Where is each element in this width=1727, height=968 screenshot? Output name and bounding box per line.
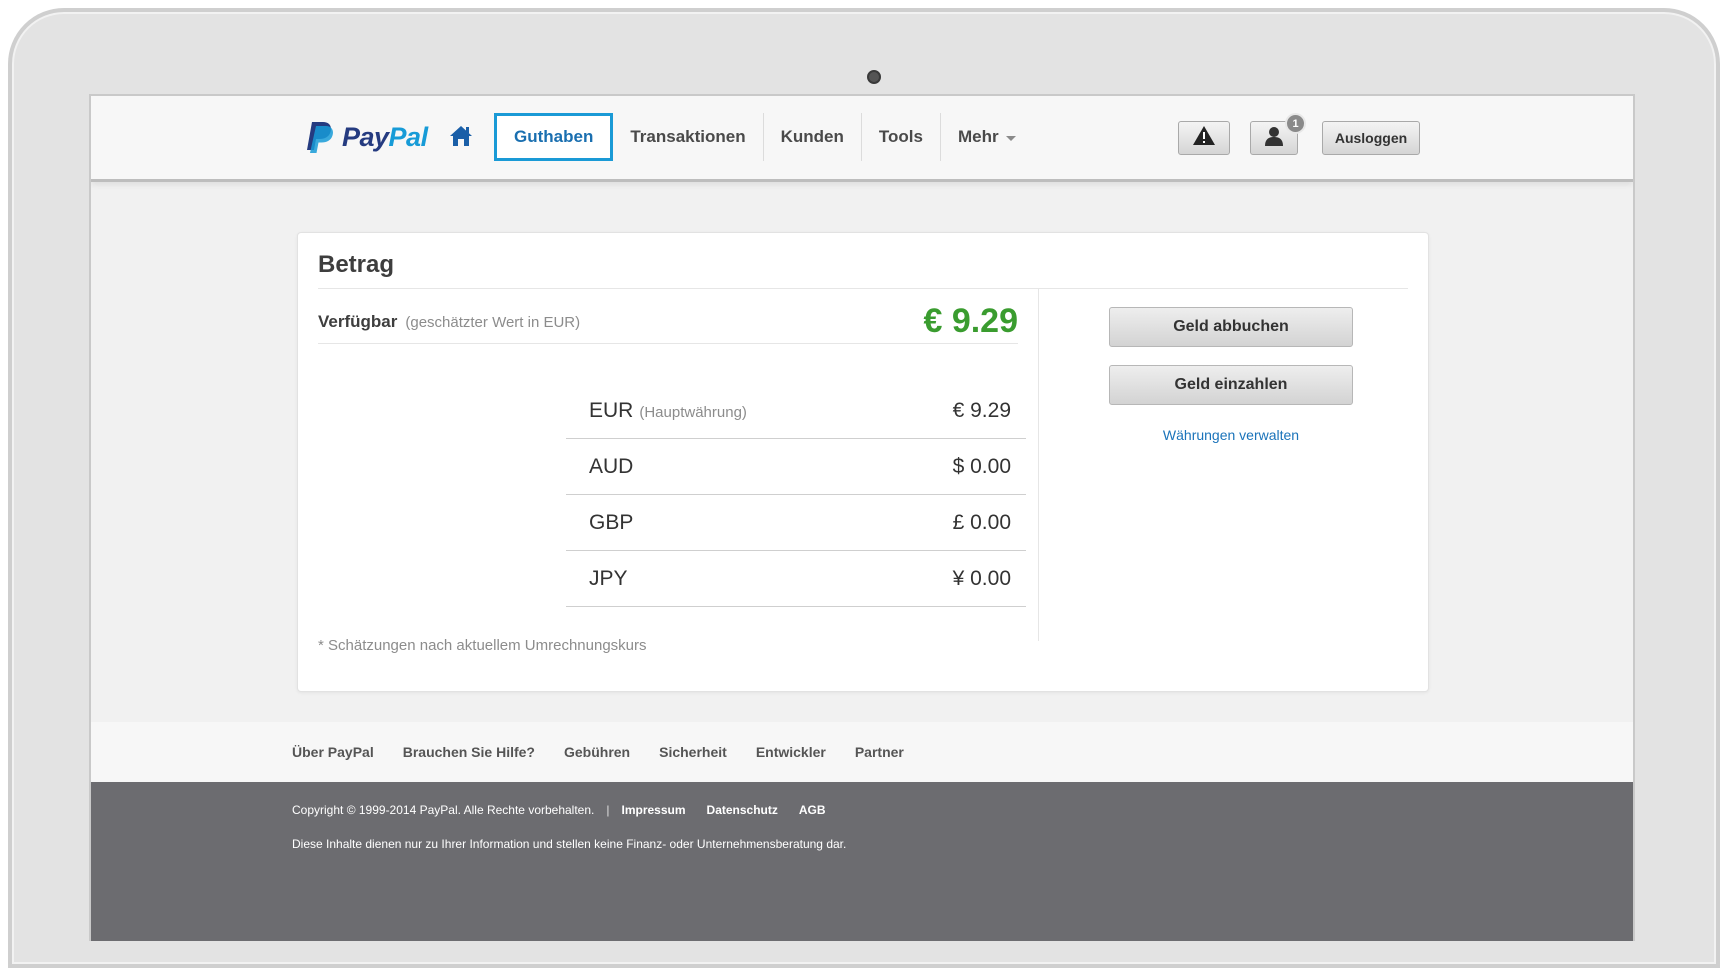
alerts-button[interactable] <box>1178 121 1230 155</box>
paypal-logo[interactable]: PayPal <box>306 120 428 154</box>
chevron-down-icon <box>1005 135 1016 141</box>
nav-item-tools[interactable]: Tools <box>862 113 941 161</box>
footer-link-partner[interactable]: Partner <box>855 744 904 760</box>
camera-dot <box>867 70 881 84</box>
browser-screen: PayPal Guthaben Transaktionen Kunden Too… <box>89 94 1635 941</box>
nav-item-kunden[interactable]: Kunden <box>764 113 862 161</box>
currency-value: ¥ 0.00 <box>952 566 1011 590</box>
card-title: Betrag <box>318 251 395 278</box>
currency-code: EUR <box>589 398 634 422</box>
footer-link-about[interactable]: Über PayPal <box>292 744 374 760</box>
notification-badge: 1 <box>1285 113 1306 134</box>
balance-card: Betrag Verfügbar (geschätzter Wert in EUR… <box>297 232 1429 692</box>
nav-item-transaktionen[interactable]: Transaktionen <box>613 113 764 161</box>
copyright-line: Copyright © 1999-2014 PayPal. Alle Recht… <box>292 803 847 817</box>
withdraw-button[interactable]: Geld abbuchen <box>1109 307 1353 347</box>
footer-link-privacy[interactable]: Datenschutz <box>707 803 778 817</box>
currency-value: € 9.29 <box>952 398 1011 422</box>
logout-button[interactable]: Ausloggen <box>1322 121 1420 155</box>
divider <box>318 343 1018 344</box>
divider <box>318 288 1408 289</box>
legal-footer: Copyright © 1999-2014 PayPal. Alle Recht… <box>91 782 1633 941</box>
deposit-button[interactable]: Geld einzahlen <box>1109 365 1353 405</box>
footer-link-developers[interactable]: Entwickler <box>756 744 826 760</box>
currency-code: AUD <box>589 454 634 478</box>
available-amount: € 9.29 <box>923 302 1018 340</box>
footer-link-security[interactable]: Sicherheit <box>659 744 727 760</box>
copyright-text: Copyright © 1999-2014 PayPal. Alle Recht… <box>292 803 595 817</box>
currency-value: £ 0.00 <box>952 510 1011 534</box>
paypal-wordmark: PayPal <box>342 121 428 152</box>
disclaimer-text: Diese Inhalte dienen nur zu Ihrer Inform… <box>292 837 847 851</box>
exchange-footnote: * Schätzungen nach aktuellem Umrechnungs… <box>318 637 647 654</box>
footer-link-impressum[interactable]: Impressum <box>622 803 686 817</box>
available-hint: (geschätzter Wert in EUR) <box>405 314 581 331</box>
top-header: PayPal Guthaben Transaktionen Kunden Too… <box>91 96 1633 182</box>
nav-item-guthaben[interactable]: Guthaben <box>494 113 614 161</box>
footer-link-terms[interactable]: AGB <box>799 803 826 817</box>
main-nav: Guthaben Transaktionen Kunden Tools Mehr <box>494 113 1033 161</box>
footer-link-help[interactable]: Brauchen Sie Hilfe? <box>403 744 535 760</box>
available-label: Verfügbar (geschätzter Wert in EUR) <box>318 312 581 331</box>
currency-row-gbp: GBP £ 0.00 <box>566 495 1026 551</box>
vertical-divider <box>1038 289 1039 641</box>
paypal-p-icon <box>306 120 334 154</box>
currency-note: (Hauptwährung) <box>639 403 747 421</box>
alert-icon <box>1192 125 1216 151</box>
currency-row-aud: AUD $ 0.00 <box>566 439 1026 495</box>
user-icon <box>1264 126 1284 151</box>
home-icon[interactable] <box>449 125 473 147</box>
currency-table: EUR (Hauptwährung) € 9.29 AUD $ 0.00 GBP … <box>566 383 1026 607</box>
currency-row-jpy: JPY ¥ 0.00 <box>566 551 1026 607</box>
profile-button[interactable]: 1 <box>1250 113 1306 155</box>
manage-currencies-link[interactable]: Währungen verwalten <box>1109 427 1353 443</box>
separator: | <box>606 803 610 817</box>
currency-code: JPY <box>589 566 628 590</box>
currency-row-eur: EUR (Hauptwährung) € 9.29 <box>566 383 1026 439</box>
currency-value: $ 0.00 <box>952 454 1011 478</box>
footer-link-fees[interactable]: Gebühren <box>564 744 630 760</box>
currency-code: GBP <box>589 510 634 534</box>
footer-nav: Über PayPal Brauchen Sie Hilfe? Gebühren… <box>91 722 1633 782</box>
nav-item-mehr[interactable]: Mehr <box>941 113 1033 161</box>
